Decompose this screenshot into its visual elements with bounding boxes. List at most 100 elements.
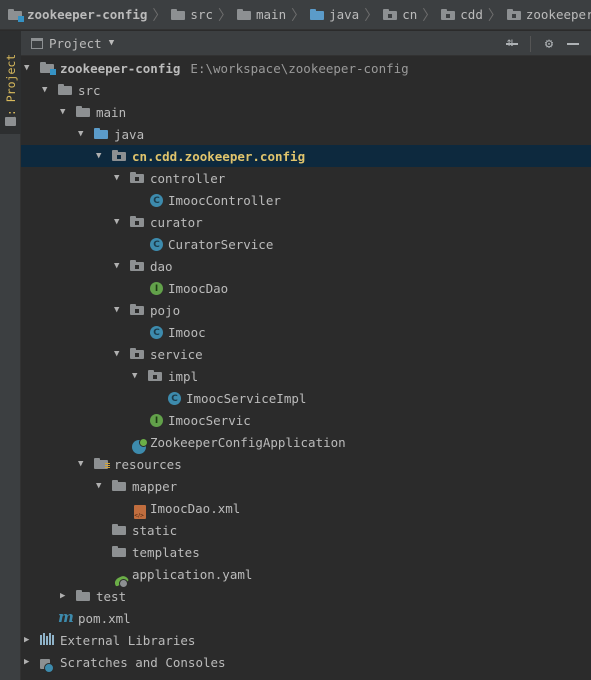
expand-arrow-icon[interactable]: ▼ xyxy=(114,305,124,315)
tree-node-label: Imooc xyxy=(168,324,206,340)
project-tool-tab-label: 1: Project xyxy=(4,53,18,123)
project-panel-header: Project ▼ ⚙ xyxy=(21,31,591,56)
header-divider xyxy=(530,35,531,52)
breadcrumb-item-cdd[interactable]: cdd xyxy=(441,0,483,29)
tree-node-test[interactable]: ▶ test xyxy=(21,585,591,607)
tree-node-imooc-servic[interactable]: I ImoocServic xyxy=(21,409,591,431)
breadcrumb-item-java[interactable]: java xyxy=(310,0,359,29)
tree-node-imooc-dao[interactable]: I ImoocDao xyxy=(21,277,591,299)
tree-node-pom-xml[interactable]: m pom.xml xyxy=(21,607,591,629)
tree-node-label: java xyxy=(114,126,145,142)
breadcrumb-item-cn[interactable]: cn xyxy=(383,0,418,29)
breadcrumb-separator: 〉 xyxy=(152,7,167,24)
tree-node-application-class[interactable]: ZookeeperConfigApplication xyxy=(21,431,591,454)
tree-node-service[interactable]: ▼ service xyxy=(21,343,591,365)
tree-node-label: CuratorService xyxy=(168,236,274,252)
tool-window-icon xyxy=(31,37,43,49)
project-tool-tab[interactable]: 1: Project xyxy=(0,31,21,134)
collapse-all-button[interactable] xyxy=(500,32,524,56)
expand-arrow-icon[interactable]: ▼ xyxy=(24,63,34,73)
expand-arrow-icon[interactable]: ▼ xyxy=(114,173,124,183)
breadcrumb-separator: 〉 xyxy=(291,7,306,24)
expand-arrow-icon[interactable]: ▶ xyxy=(24,657,34,667)
breadcrumb-label: cdd xyxy=(460,7,483,22)
tree-node-templates[interactable]: templates xyxy=(21,541,591,563)
interface-icon: I xyxy=(150,414,163,427)
tree-node-package-root[interactable]: ▼ cn.cdd.zookeeper.config xyxy=(21,145,591,167)
breadcrumb-item-main[interactable]: main xyxy=(237,0,286,29)
tree-node-curator[interactable]: ▼ curator xyxy=(21,211,591,233)
settings-button[interactable]: ⚙ xyxy=(537,32,561,56)
tree-node-controller[interactable]: ▼ controller xyxy=(21,167,591,189)
tree-node-resources[interactable]: ▼ resources xyxy=(21,453,591,475)
tree-node-src[interactable]: ▼ src xyxy=(21,79,591,101)
project-panel: Project ▼ ⚙ ▼ zookeeper-config E:\workspa… xyxy=(21,31,591,680)
folder-icon xyxy=(58,83,74,99)
tree-node-label: static xyxy=(132,522,178,538)
expand-arrow-icon[interactable]: ▼ xyxy=(78,129,88,139)
tree-node-dao[interactable]: ▼ dao xyxy=(21,255,591,277)
expand-arrow-icon[interactable]: ▶ xyxy=(24,635,34,645)
tree-node-imooc-service-impl[interactable]: C ImoocServiceImpl xyxy=(21,387,591,409)
breadcrumb-item-module[interactable]: zookeeper-config xyxy=(8,0,147,29)
tree-node-label: ImoocDao.xml xyxy=(150,500,241,516)
tree-node-scratches[interactable]: ▶ Scratches and Consoles xyxy=(21,651,591,673)
spring-boot-class-icon xyxy=(132,438,148,454)
breadcrumb-separator: 〉 xyxy=(364,7,379,24)
breadcrumb: zookeeper-config 〉 src 〉 main 〉 java 〉 c… xyxy=(0,0,591,30)
tree-node-imooc-controller[interactable]: C ImoocController xyxy=(21,189,591,211)
tree-node-imooc[interactable]: C Imooc xyxy=(21,321,591,343)
project-folder-icon xyxy=(5,117,16,126)
module-folder-icon xyxy=(8,9,24,22)
module-folder-icon xyxy=(40,61,56,77)
hide-panel-button[interactable] xyxy=(561,32,585,56)
tree-node-java[interactable]: ▼ java xyxy=(21,123,591,145)
package-icon xyxy=(112,149,128,165)
breadcrumb-separator: 〉 xyxy=(487,7,502,24)
class-icon: C xyxy=(150,194,163,207)
breadcrumb-label: cn xyxy=(402,7,418,22)
project-view-selector[interactable]: Project ▼ xyxy=(31,36,114,51)
expand-arrow-icon[interactable]: ▼ xyxy=(42,85,52,95)
tree-node-pojo[interactable]: ▼ pojo xyxy=(21,299,591,321)
module-name: zookeeper-config xyxy=(60,60,181,76)
expand-arrow-icon[interactable]: ▼ xyxy=(60,107,70,117)
tree-node-external-libraries[interactable]: ▶ External Libraries xyxy=(21,629,591,651)
scratches-icon xyxy=(40,659,54,673)
maven-icon: m xyxy=(58,608,74,626)
tree-node-application-yaml[interactable]: application.yaml xyxy=(21,563,591,588)
folder-icon xyxy=(76,589,92,605)
expand-arrow-icon[interactable]: ▼ xyxy=(78,459,88,469)
breadcrumb-item-zookeeper[interactable]: zookeeper xyxy=(506,0,591,29)
expand-arrow-icon[interactable]: ▼ xyxy=(132,371,142,381)
expand-arrow-icon[interactable]: ▼ xyxy=(114,261,124,271)
breadcrumb-separator: 〉 xyxy=(218,7,232,24)
folder-icon xyxy=(112,479,128,495)
expand-arrow-icon[interactable]: ▼ xyxy=(114,349,124,359)
libraries-icon xyxy=(40,633,54,645)
tree-node-label: dao xyxy=(150,258,173,274)
tree-node-label: ImoocServic xyxy=(168,412,251,428)
expand-arrow-icon[interactable]: ▼ xyxy=(114,217,124,227)
expand-arrow-icon[interactable]: ▼ xyxy=(96,151,106,161)
tree-node-impl[interactable]: ▼ impl xyxy=(21,365,591,387)
panel-title: Project xyxy=(49,35,102,51)
resources-folder-icon xyxy=(94,457,110,473)
tree-node-main[interactable]: ▼ main xyxy=(21,101,591,123)
expand-arrow-icon[interactable]: ▶ xyxy=(60,591,70,601)
tree-node-static[interactable]: static xyxy=(21,519,591,541)
gear-icon: ⚙ xyxy=(544,35,554,52)
tree-node-label: zookeeper-config E:\workspace\zookeeper-c… xyxy=(60,61,409,76)
tree-node-label: resources xyxy=(114,456,182,472)
expand-arrow-icon[interactable]: ▼ xyxy=(96,481,106,491)
tree-node-label: Scratches and Consoles xyxy=(60,654,226,670)
breadcrumb-item-src[interactable]: src xyxy=(171,0,213,29)
tree-node-curator-service[interactable]: C CuratorService xyxy=(21,233,591,255)
tree-node-mapper[interactable]: ▼ mapper xyxy=(21,475,591,497)
tree-node-label: pojo xyxy=(150,302,181,318)
tree-node-label: ImoocDao xyxy=(168,280,229,296)
chevron-down-icon: ▼ xyxy=(108,38,115,48)
tree-node-imooc-dao-xml[interactable]: ImoocDao.xml xyxy=(21,497,591,519)
tree-node-root-module[interactable]: ▼ zookeeper-config E:\workspace\zookeeper… xyxy=(21,57,591,79)
tree-node-label: ImoocController xyxy=(168,192,281,208)
